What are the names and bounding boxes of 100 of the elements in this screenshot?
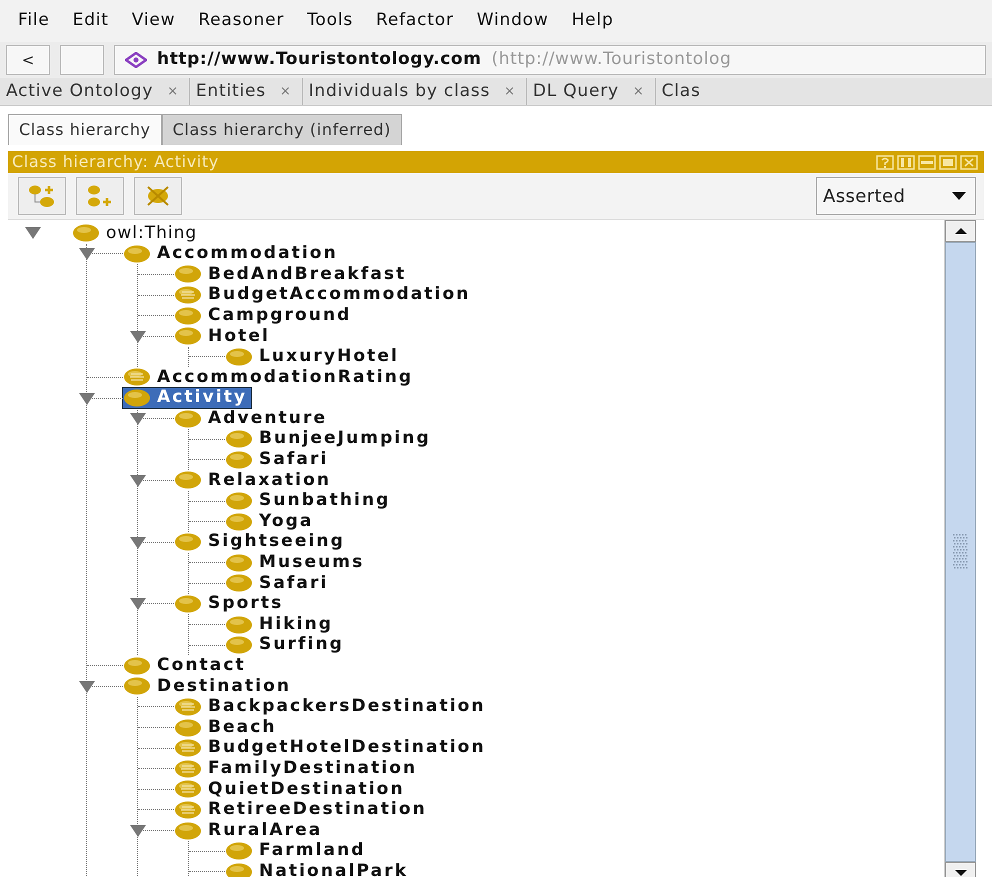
caret-icon (951, 191, 967, 201)
defined-class-icon (174, 739, 202, 758)
class-node[interactable]: Hiking (225, 614, 338, 635)
class-icon (225, 862, 253, 877)
hierarchy-mode-dropdown[interactable]: Asserted (816, 177, 976, 215)
ontology-url: http://www.Touristontology.com (157, 48, 482, 72)
class-node[interactable]: Hotel (174, 326, 274, 346)
class-icon (174, 822, 202, 840)
expand-toggle[interactable] (129, 330, 147, 344)
back-button[interactable]: < (6, 45, 50, 75)
expand-toggle[interactable] (78, 247, 96, 262)
expand-toggle[interactable] (129, 474, 147, 488)
class-node[interactable]: Campground (174, 306, 356, 326)
class-node[interactable]: Accommodation (123, 244, 342, 264)
class-node[interactable]: BudgetHotelDestination (174, 738, 490, 758)
class-node[interactable]: Museums (225, 552, 368, 573)
class-icon (174, 410, 202, 428)
class-node[interactable]: Safari (225, 573, 332, 594)
class-node[interactable]: AccommodationRating (123, 367, 418, 388)
scroll-up-icon[interactable] (954, 227, 968, 235)
class-icon (225, 450, 253, 469)
class-node[interactable]: BunjeeJumping (225, 429, 435, 450)
class-icon (174, 265, 202, 284)
menu-item[interactable]: Refactor (366, 4, 467, 38)
class-node[interactable]: Yoga (225, 512, 318, 532)
class-node[interactable]: Safari (225, 450, 332, 470)
class-icon (225, 616, 253, 634)
class-node[interactable]: BudgetAccommodation (174, 285, 474, 306)
expand-toggle[interactable] (24, 226, 42, 240)
class-icon (123, 656, 151, 675)
class-node[interactable]: Relaxation (174, 470, 336, 490)
close-icon[interactable]: × (504, 82, 516, 102)
class-node[interactable]: Beach (174, 718, 281, 738)
close-icon[interactable]: × (167, 82, 179, 102)
class-node[interactable]: Sightseeing (174, 532, 349, 552)
class-node[interactable]: FamilyDestination (174, 758, 422, 779)
class-node[interactable]: QuietDestination (174, 779, 409, 800)
close-icon[interactable]: × (280, 82, 292, 102)
defined-class-icon (174, 760, 202, 778)
class-node[interactable]: BedAndBreakfast (174, 264, 410, 284)
view-tab[interactable]: Class hierarchy (inferred) (162, 114, 402, 145)
class-icon (225, 430, 253, 448)
class-icon (225, 348, 253, 366)
class-icon (174, 327, 202, 346)
menu-item[interactable]: Help (562, 4, 627, 38)
class-node[interactable]: RetireeDestination (174, 800, 431, 820)
menu-item[interactable]: Tools (297, 4, 366, 38)
class-icon (174, 533, 202, 552)
defined-class-icon (174, 800, 202, 819)
class-node[interactable]: NationalPark (225, 862, 412, 877)
class-icon (225, 492, 253, 510)
ontology-url-detail: (http://www.Touristontolog (492, 48, 732, 72)
class-node[interactable]: Activity (123, 388, 252, 408)
defined-class-icon (174, 286, 202, 304)
expand-toggle[interactable] (78, 392, 96, 406)
expand-toggle[interactable] (129, 824, 147, 838)
class-icon (225, 842, 253, 860)
class-icon (225, 636, 253, 654)
class-node[interactable]: owl:Thing (72, 223, 202, 244)
class-icon (225, 554, 253, 572)
class-icon (174, 471, 202, 490)
class-icon (225, 574, 253, 592)
class-icon (174, 306, 202, 325)
class-node[interactable]: RuralArea (174, 820, 326, 841)
delete-class-button[interactable] (134, 177, 182, 215)
expand-toggle[interactable] (129, 597, 147, 612)
expand-toggle[interactable] (129, 536, 147, 550)
class-icon (123, 677, 151, 696)
view-tab[interactable]: Class hierarchy (8, 114, 162, 145)
defined-class-icon (123, 368, 151, 386)
class-node[interactable]: Sports (174, 594, 288, 614)
class-node[interactable]: Sunbathing (225, 491, 394, 512)
view-title: Class hierarchy: Activity (12, 151, 219, 173)
diamond-icon (125, 52, 147, 68)
class-icon (225, 512, 253, 531)
class-node[interactable]: Contact (123, 656, 250, 676)
close-icon[interactable]: × (632, 82, 645, 102)
class-node[interactable]: BackpackersDestination (174, 696, 490, 717)
class-node[interactable]: Farmland (225, 841, 370, 862)
defined-class-icon (174, 698, 202, 716)
menu-item[interactable]: Reasoner (188, 4, 298, 38)
address-field[interactable]: http://www.Touristontology.com (http://www.Touristontolog (114, 45, 986, 75)
menu-item[interactable]: File (8, 4, 63, 38)
grip-icon (952, 534, 968, 570)
class-icon (123, 244, 151, 263)
class-icon (174, 718, 202, 737)
expand-toggle[interactable] (78, 680, 96, 694)
scroll-down-icon[interactable] (954, 869, 968, 877)
class-node[interactable]: Surfing (225, 635, 348, 656)
class-icon (174, 594, 202, 613)
add-subclass-icon (27, 184, 57, 208)
class-node[interactable]: LuxuryHotel (225, 346, 403, 367)
menu-item[interactable]: View (122, 4, 188, 38)
class-icon (123, 389, 151, 408)
defined-class-icon (174, 780, 202, 798)
expand-toggle[interactable] (129, 412, 147, 426)
menu-item[interactable]: Window (466, 4, 562, 38)
class-node[interactable]: Adventure (174, 408, 332, 429)
class-node[interactable]: Destination (123, 676, 296, 696)
menu-item[interactable]: Edit (62, 4, 122, 38)
